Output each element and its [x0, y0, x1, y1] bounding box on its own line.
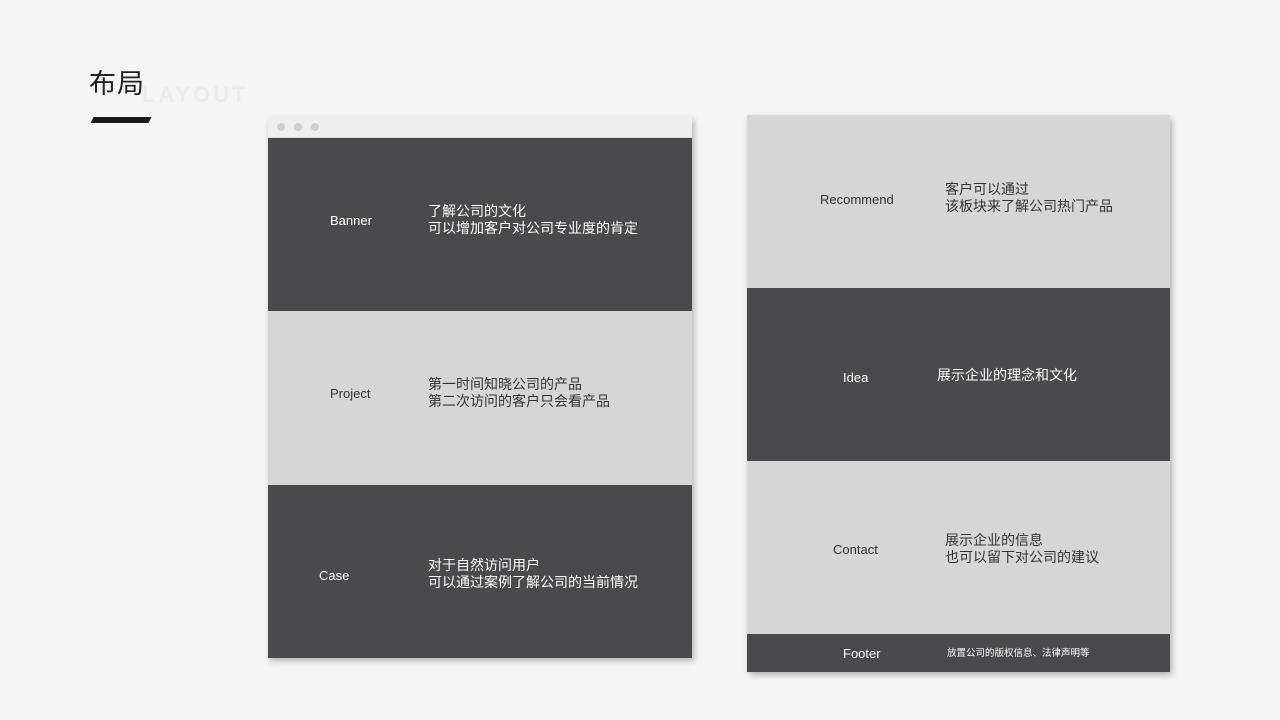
- section-description: 展示企业的信息 也可以留下对公司的建议: [945, 533, 1099, 566]
- right-layout-wireframe: Recommend 客户可以通过 该板块来了解公司热门产品 Idea 展示企业的…: [747, 115, 1170, 672]
- recommend-section: Recommend 客户可以通过 该板块来了解公司热门产品: [747, 115, 1170, 288]
- section-label: Project: [330, 386, 371, 401]
- contact-section: Contact 展示企业的信息 也可以留下对公司的建议: [747, 461, 1170, 634]
- browser-title-bar: [268, 117, 692, 138]
- case-section: Case 对于自然访问用户 可以通过案例了解公司的当前情况: [268, 485, 692, 658]
- section-label: Contact: [833, 542, 878, 557]
- section-description: 对于自然访问用户 可以通过案例了解公司的当前情况: [428, 558, 638, 591]
- section-description: 了解公司的文化 可以增加客户对公司专业度的肯定: [428, 204, 638, 237]
- page-title: 布局: [89, 69, 145, 100]
- section-label: Banner: [330, 213, 372, 228]
- footer-section: Footer 放置公司的版权信息、法律声明等: [747, 634, 1170, 672]
- window-dot-icon: [277, 123, 285, 131]
- window-dot-icon: [311, 123, 319, 131]
- section-label: Case: [319, 568, 350, 583]
- section-description: 客户可以通过 该板块来了解公司热门产品: [945, 182, 1113, 215]
- left-layout-wireframe: Banner 了解公司的文化 可以增加客户对公司专业度的肯定 Project 第…: [268, 117, 692, 658]
- project-section: Project 第一时间知晓公司的产品 第二次访问的客户只会看产品: [268, 311, 692, 485]
- section-label: Idea: [843, 370, 869, 385]
- section-description: 展示企业的理念和文化: [937, 368, 1077, 384]
- section-label: Recommend: [820, 192, 894, 207]
- section-description: 第一时间知晓公司的产品 第二次访问的客户只会看产品: [428, 377, 610, 410]
- footer-description: 放置公司的版权信息、法律声明等: [947, 648, 1090, 659]
- title-underline: [90, 117, 152, 123]
- page-subtitle-watermark: LAYOUT: [142, 82, 249, 107]
- footer-label: Footer: [843, 646, 881, 661]
- window-dot-icon: [294, 123, 302, 131]
- banner-section: Banner 了解公司的文化 可以增加客户对公司专业度的肯定: [268, 138, 692, 311]
- idea-section: Idea 展示企业的理念和文化: [747, 288, 1170, 461]
